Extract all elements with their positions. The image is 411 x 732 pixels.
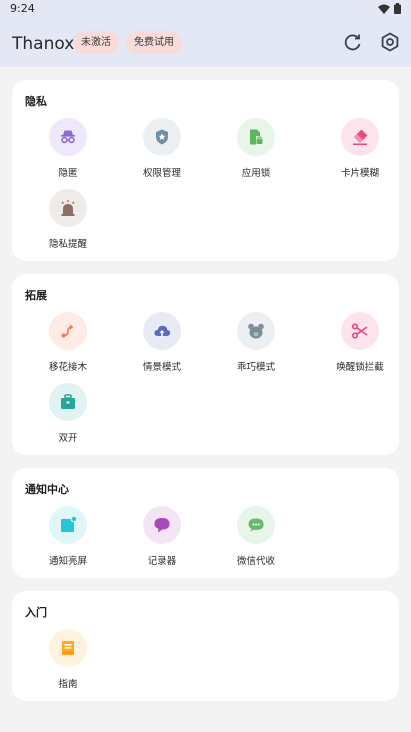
getting-started-section-card: 入门 指南 (12, 591, 399, 701)
notification-screen-icon (61, 516, 77, 532)
extensions-section-card: 拓展 移花接木 情景模式 乖巧模式 唤醒锁拦截 双开 (12, 274, 399, 455)
tile-card-blur[interactable]: 卡片模糊 (314, 118, 404, 180)
tile-icon-bg (341, 312, 379, 350)
shield-star-icon (156, 129, 168, 145)
tile-wakelock-blocker[interactable]: 唤醒锁拦截 (314, 312, 404, 374)
status-time: 9:24 (10, 2, 35, 15)
tile-recorder[interactable]: 记录器 (116, 506, 206, 568)
tile-incognito[interactable]: 隐匿 (22, 118, 112, 180)
tile-label: 权限管理 (142, 168, 181, 179)
tile-app-lock[interactable]: 应用锁 (210, 118, 300, 180)
section-title-extensions: 拓展 (25, 289, 47, 302)
tile-icon-bg (237, 312, 275, 350)
tile-icon-bg (143, 118, 181, 156)
tile-label: 记录器 (147, 556, 177, 567)
battery-icon (394, 3, 401, 14)
refresh-icon (344, 34, 361, 51)
tile-label: 隐私提醒 (48, 239, 87, 250)
tile-dual-apps[interactable]: 双开 (22, 383, 112, 445)
incognito-icon (61, 130, 75, 144)
tile-label: 通知亮屏 (48, 556, 87, 567)
gear-icon (381, 32, 399, 52)
tile-icon-bg (49, 506, 87, 544)
bear-icon (248, 323, 264, 339)
free-trial-chip[interactable]: 免费试用 (126, 31, 182, 54)
tile-scene-mode[interactable]: 情景模式 (116, 312, 206, 374)
tile-label: 隐匿 (58, 168, 78, 179)
settings-button[interactable] (380, 32, 400, 52)
route-icon (61, 324, 74, 338)
tile-icon-bg (237, 506, 275, 544)
tile-icon-bg (143, 506, 181, 544)
alarm-light-icon (61, 200, 75, 216)
tile-label: 卡片模糊 (340, 168, 379, 179)
eraser-icon (353, 129, 368, 145)
privacy-section-card: 隐私 隐匿 权限管理 应用锁 卡片模糊 隐私提醒 (12, 80, 399, 261)
tile-redirect[interactable]: 移花接木 (22, 312, 112, 374)
tile-label: 应用锁 (241, 168, 271, 179)
tile-label: 乖巧模式 (236, 362, 275, 373)
tile-privacy-reminder[interactable]: 隐私提醒 (22, 189, 112, 251)
tile-icon-bg (341, 118, 379, 156)
tile-icon-bg (237, 118, 275, 156)
app-title: Thanox (12, 34, 75, 54)
tile-icon-bg (49, 383, 87, 421)
tile-icon-bg (143, 312, 181, 350)
tile-icon-bg (49, 118, 87, 156)
tile-icon-bg (49, 189, 87, 227)
refresh-button[interactable] (343, 32, 363, 52)
tile-icon-bg (49, 629, 87, 667)
notification-center-section-card: 通知中心 通知亮屏 记录器 微信代收 (12, 468, 399, 578)
unactivated-chip[interactable]: 未激活 (73, 31, 119, 54)
tile-label: 情景模式 (142, 362, 181, 373)
tile-permission-manager[interactable]: 权限管理 (116, 118, 206, 180)
tile-guide[interactable]: 指南 (22, 629, 112, 691)
book-icon (62, 641, 74, 655)
app-lock-icon (250, 129, 263, 145)
tile-notification-screen-on[interactable]: 通知亮屏 (22, 506, 112, 568)
status-icons (378, 3, 401, 14)
status-bar: 9:24 (0, 0, 411, 18)
tile-obedient-mode[interactable]: 乖巧模式 (210, 312, 300, 374)
app-bar: Thanox 未激活 免费试用 (0, 18, 411, 67)
tile-wechat-proxy[interactable]: 微信代收 (210, 506, 300, 568)
tile-label: 指南 (58, 679, 78, 690)
tile-icon-bg (49, 312, 87, 350)
wechat-icon (248, 518, 264, 532)
section-title-notification-center: 通知中心 (25, 483, 69, 496)
section-title-privacy: 隐私 (25, 95, 47, 108)
section-title-getting-started: 入门 (25, 606, 47, 619)
tile-label: 移花接木 (48, 362, 87, 373)
tile-label: 双开 (58, 433, 78, 444)
scissors-icon (351, 323, 368, 339)
cloud-upload-icon (154, 325, 171, 338)
tile-label: 唤醒锁拦截 (336, 362, 384, 373)
chat-bubble-icon (154, 518, 170, 533)
briefcase-icon (61, 394, 75, 409)
wifi-icon (378, 4, 390, 14)
tile-label: 微信代收 (236, 556, 275, 567)
